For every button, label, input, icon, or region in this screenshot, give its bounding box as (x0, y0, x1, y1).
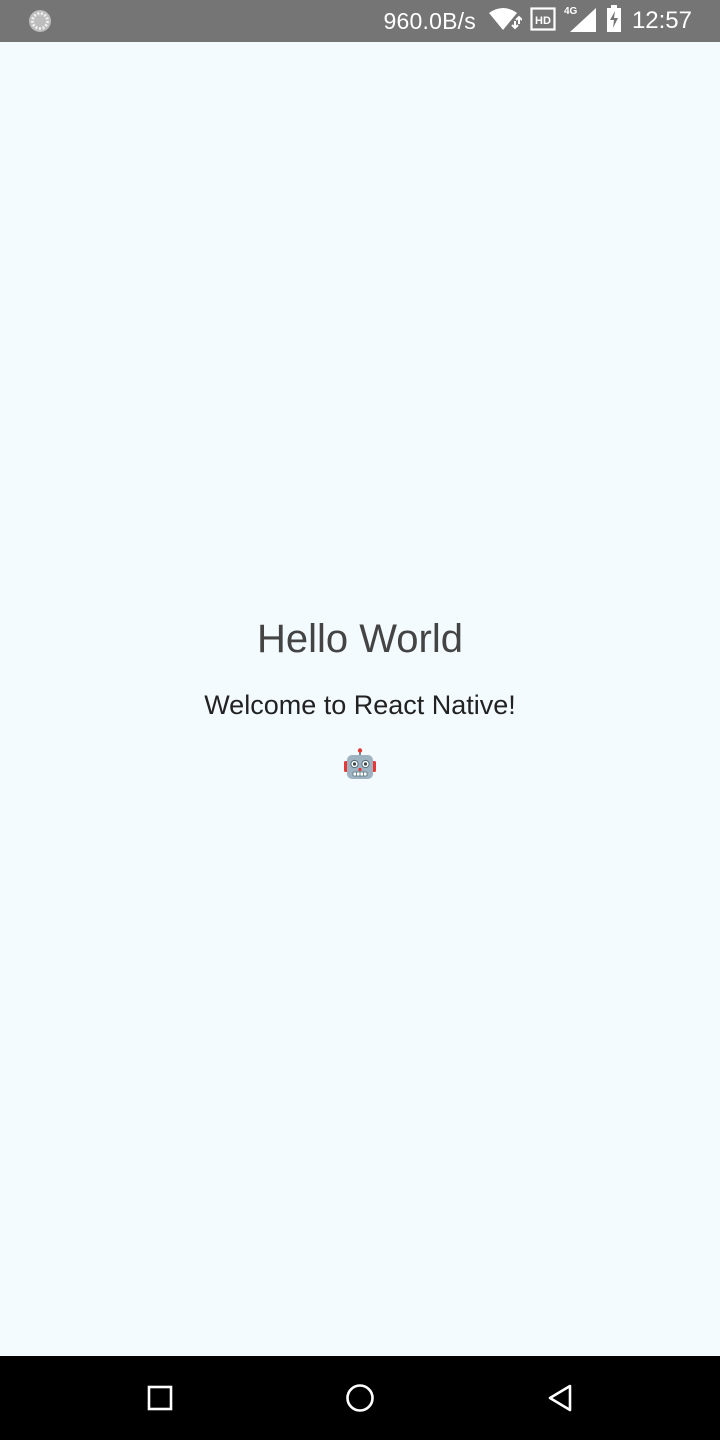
network-type-text: 4G (564, 6, 578, 17)
robot-icon (343, 748, 377, 782)
hd-icon: HD (530, 6, 556, 37)
battery-charging-icon (606, 4, 622, 38)
status-time: 12:57 (631, 7, 692, 34)
recents-icon[interactable] (140, 1378, 180, 1418)
app-screen: 960.0B/s HD 4G 12:57 Hello World Welcome… (0, 0, 720, 1440)
hd-badge-text: HD (535, 15, 551, 27)
wifi-icon (488, 6, 523, 37)
signal-4g-icon: 4G (564, 5, 598, 38)
home-icon[interactable] (340, 1378, 380, 1418)
navigation-bar (0, 1356, 720, 1440)
sync-indicator-icon (28, 9, 52, 33)
page-title: Hello World (257, 617, 463, 661)
network-speed: 960.0B/s (383, 7, 476, 34)
back-icon[interactable] (540, 1378, 580, 1418)
status-bar: 960.0B/s HD 4G 12:57 (0, 0, 720, 42)
welcome-text: Welcome to React Native! (204, 690, 516, 720)
status-icons: 960.0B/s HD 4G 12:57 (384, 0, 692, 42)
main-content: Hello World Welcome to React Native! (0, 42, 720, 1356)
